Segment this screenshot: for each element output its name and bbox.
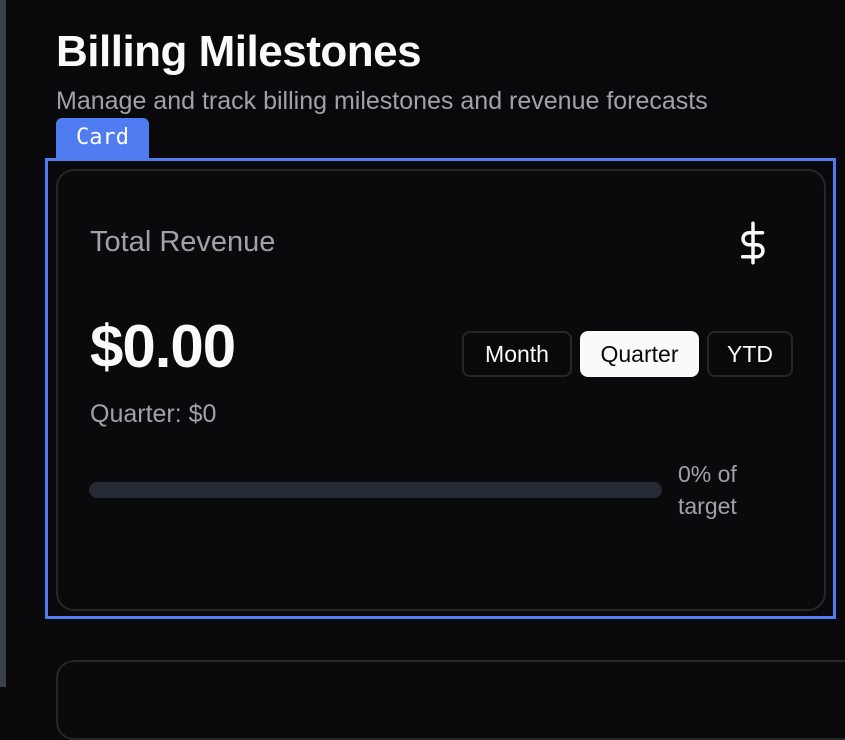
card-highlight-tag: Card: [56, 118, 149, 158]
page-subtitle: Manage and track billing milestones and …: [56, 87, 708, 115]
progress-target-text: 0% of target: [678, 461, 737, 519]
total-revenue-label: Total Revenue: [90, 226, 276, 258]
period-ytd-button[interactable]: YTD: [707, 331, 793, 377]
revenue-progress-bar: [89, 482, 662, 498]
total-revenue-value: $0.00: [90, 313, 236, 380]
period-quarter-button[interactable]: Quarter: [580, 331, 699, 377]
next-card: [56, 660, 845, 740]
period-summary: Quarter: $0: [90, 400, 217, 428]
dollar-sign-icon: [740, 221, 765, 265]
period-month-button[interactable]: Month: [462, 331, 572, 377]
left-sidebar-edge: [0, 0, 6, 687]
page-title: Billing Milestones: [56, 27, 422, 76]
